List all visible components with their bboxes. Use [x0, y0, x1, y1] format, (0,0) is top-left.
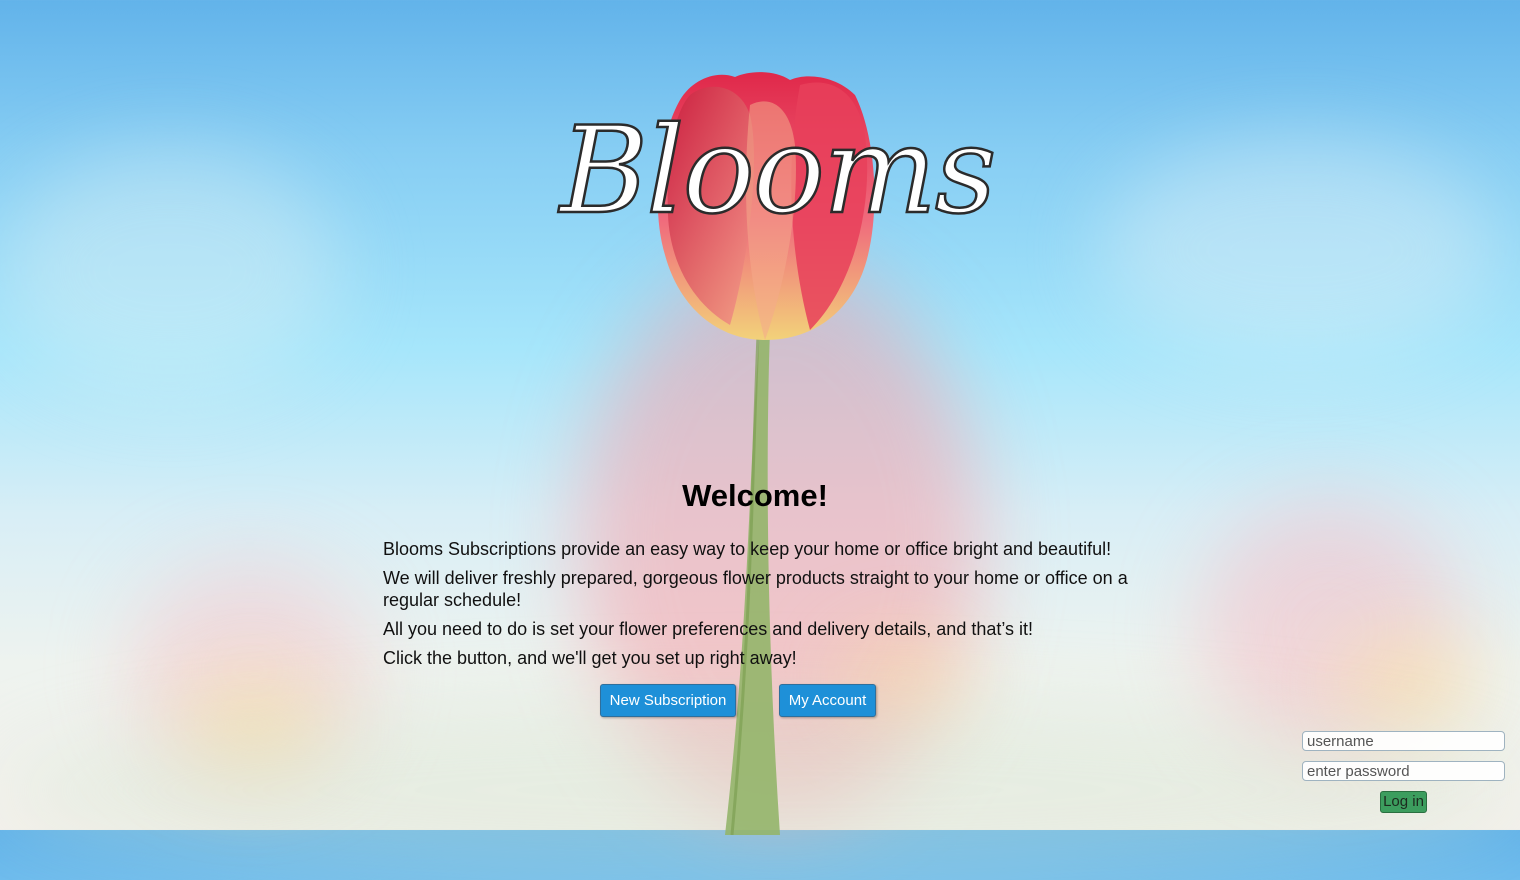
intro-paragraph-3: All you need to do is set your flower pr… [383, 619, 1034, 639]
intro-paragraph-1: Blooms Subscriptions provide an easy way… [383, 539, 1112, 559]
login-button[interactable]: Log in [1380, 791, 1427, 813]
intro-text: Blooms Subscriptions provide an easy way… [383, 538, 1133, 676]
background-haze-right [1100, 140, 1500, 360]
new-subscription-button[interactable]: New Subscription [600, 684, 736, 717]
background-haze-left [0, 150, 340, 390]
welcome-heading: Welcome! [682, 478, 828, 513]
username-input[interactable] [1302, 731, 1505, 751]
intro-paragraph-4: Click the button, and we'll get you set … [383, 648, 797, 668]
my-account-button[interactable]: My Account [779, 684, 876, 717]
background-flower-yellow-right [1340, 640, 1480, 730]
blooms-logo: Blooms [559, 102, 998, 241]
password-input[interactable] [1302, 761, 1505, 781]
intro-paragraph-2: We will deliver freshly prepared, gorgeo… [383, 568, 1128, 610]
